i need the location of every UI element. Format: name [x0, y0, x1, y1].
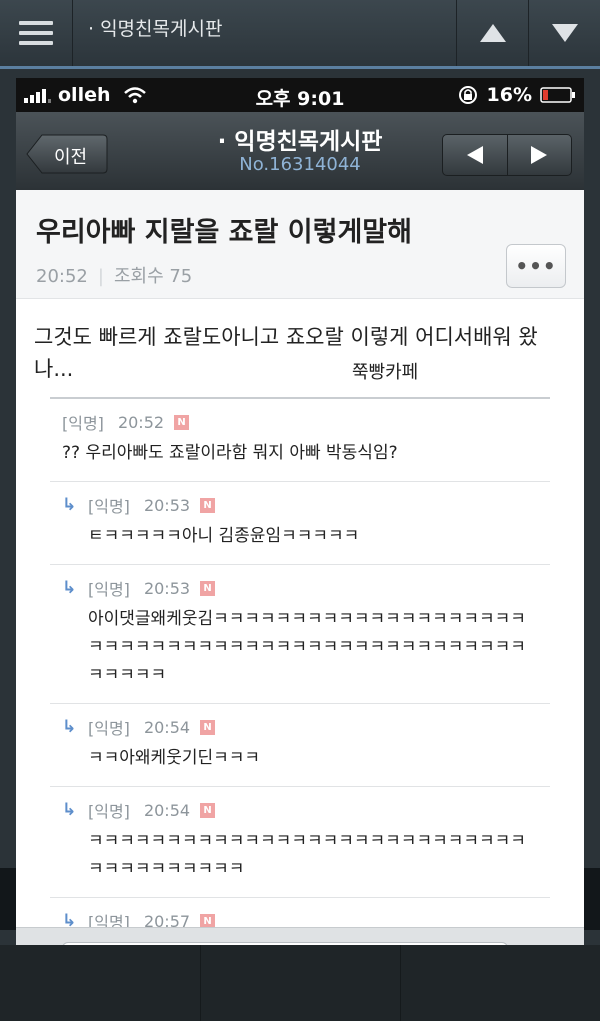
rotation-lock-icon: [458, 86, 477, 104]
comment-time: 20:54: [143, 800, 191, 820]
scroll-up-button[interactable]: [456, 0, 529, 66]
reply-arrow-icon: ↳: [62, 717, 77, 737]
phone-screenshot: olleh 오후 9:01 16% 이전 · 익명친목게시판 No.163140…: [16, 78, 584, 990]
comment-time: 20:53: [143, 495, 191, 515]
comment-text: ㅋㅋㅋㅋㅋㅋㅋㅋㅋㅋㅋㅋㅋㅋㅋㅋㅋㅋㅋㅋㅋㅋㅋㅋㅋㅋㅋㅋㅋㅋㅋㅋㅋㅋㅋㅋㅋㅋ: [88, 831, 526, 879]
comment-item: ↳ [익명] 20:54 N ㅋㅋㅋㅋㅋㅋㅋㅋㅋㅋㅋㅋㅋㅋㅋㅋㅋㅋㅋㅋㅋㅋㅋㅋㅋㅋㅋㅋㅋ…: [50, 787, 550, 898]
app-top-bar: · 익명친목게시판: [0, 0, 600, 69]
bottom-tab-comments[interactable]: [0, 945, 200, 1021]
post-header: 우리아빠 지랄을 죠랄 이렇게말해 20:52 | 조회수 75 •••: [16, 190, 584, 299]
reply-arrow-icon: ↳: [62, 495, 77, 515]
post-meta: 20:52 | 조회수 75: [36, 266, 193, 287]
comment-item: ↳ [익명] 20:53 N 아이댓글왜케웃김ㅋㅋㅋㅋㅋㅋㅋㅋㅋㅋㅋㅋㅋㅋㅋㅋㅋㅋㅋㅋㅋ…: [50, 565, 550, 704]
menu-button[interactable]: [0, 0, 73, 66]
triangle-right-icon: [531, 146, 548, 164]
comment-meta: ↳ [익명] 20:53 N: [62, 494, 540, 516]
comment-time: 20:54: [143, 717, 191, 737]
comment-author: [익명]: [62, 414, 104, 433]
next-post-button[interactable]: [506, 135, 572, 175]
comment-meta: ↳ [익명] 20:54 N: [62, 799, 540, 821]
reply-arrow-icon: ↳: [62, 800, 77, 820]
comment-item: [익명] 20:52 N ?? 우리아빠도 죠랄이라함 뭐지 아빠 박동식임?: [50, 399, 550, 482]
reply-arrow-icon: ↳: [62, 578, 77, 598]
left-edge-shadow: [0, 868, 16, 930]
comment-time: 20:52: [117, 412, 165, 432]
comment-text: ㅌㅋㅋㅋㅋㅋ아니 김종윤임ㅋㅋㅋㅋㅋ: [88, 526, 360, 546]
app-title: · 익명친목게시판: [88, 18, 223, 40]
comment-item: ↳ [익명] 20:54 N ㅋㅋ아왜케웃기딘ㅋㅋㅋ: [50, 704, 550, 787]
watermark-caption: 쭉빵카페: [352, 362, 419, 383]
comment-meta: ↳ [익명] 20:54 N: [62, 716, 540, 738]
post-time: 20:52: [36, 266, 88, 287]
bottom-toolbar: [0, 945, 600, 1021]
post-title: 우리아빠 지랄을 죠랄 이렇게말해: [36, 217, 412, 248]
comment-author: [익명]: [88, 719, 130, 738]
comment-author: [익명]: [88, 497, 130, 516]
comment-item: ↳ [익명] 20:53 N ㅌㅋㅋㅋㅋㅋ아니 김종윤임ㅋㅋㅋㅋㅋ: [50, 482, 550, 565]
comment-author: [익명]: [88, 802, 130, 821]
new-badge: N: [200, 802, 216, 818]
battery-percent: 16%: [486, 84, 532, 106]
comment-time: 20:53: [143, 578, 191, 598]
post-content: 그것도 빠르게 죠랄도아니고 죠오랄 이렇게 어디서배워 왔나...: [34, 325, 538, 381]
post-navigation: [442, 134, 572, 176]
prev-post-button[interactable]: [443, 135, 507, 175]
comment-text: 아이댓글왜케웃김ㅋㅋㅋㅋㅋㅋㅋㅋㅋㅋㅋㅋㅋㅋㅋㅋㅋㅋㅋㅋㅋㅋㅋㅋㅋㅋㅋㅋㅋㅋㅋㅋ…: [88, 609, 526, 685]
battery-icon: [540, 87, 575, 103]
bottom-tab-middle[interactable]: [200, 945, 401, 1021]
new-badge: N: [200, 497, 216, 513]
status-bar: olleh 오후 9:01 16%: [16, 78, 584, 112]
new-badge: N: [200, 580, 216, 596]
triangle-down-icon: [552, 24, 578, 42]
comment-list: [익명] 20:52 N ?? 우리아빠도 죠랄이라함 뭐지 아빠 박동식임? ↳ [익명…: [50, 397, 550, 981]
triangle-left-icon: [466, 146, 483, 164]
triangle-up-icon: [480, 24, 506, 42]
more-options-button[interactable]: •••: [506, 244, 566, 288]
new-badge: N: [200, 719, 216, 735]
scroll-down-button[interactable]: [528, 0, 600, 66]
nav-bar: 이전 · 익명친목게시판 No.16314044: [16, 112, 584, 190]
comment-meta: ↳ [익명] 20:53 N: [62, 577, 540, 599]
post-views: 조회수 75: [113, 266, 193, 287]
new-badge: N: [174, 414, 190, 430]
comment-text: ㅋㅋ아왜케웃기딘ㅋㅋㅋ: [88, 748, 261, 768]
bottom-tab-right[interactable]: [400, 945, 600, 1021]
comment-author: [익명]: [88, 580, 130, 599]
right-edge-shadow: [584, 868, 600, 930]
comment-text: ?? 우리아빠도 죠랄이라함 뭐지 아빠 박동식임?: [62, 443, 398, 463]
post-body: 그것도 빠르게 죠랄도아니고 죠오랄 이렇게 어디서배워 왔나... 쭉빵카페: [16, 299, 584, 385]
comment-meta: [익명] 20:52 N: [62, 411, 540, 433]
hamburger-icon: [19, 21, 53, 45]
